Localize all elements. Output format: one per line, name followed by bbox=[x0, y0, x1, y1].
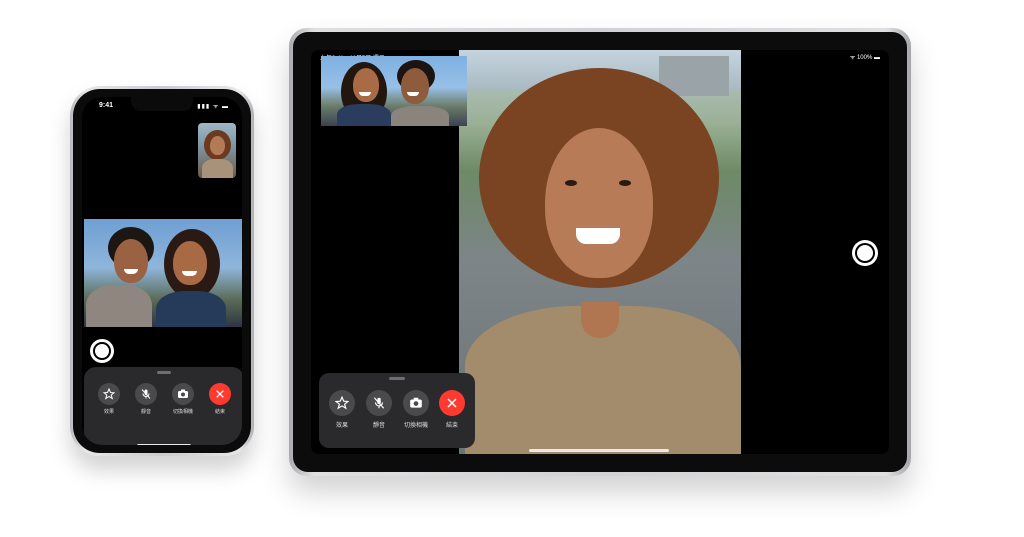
camera-flip-icon bbox=[410, 397, 422, 408]
ipad-tray-handle[interactable] bbox=[389, 377, 405, 380]
ipad-control-tray: 效果 靜音 切換相機 結束 bbox=[319, 373, 475, 448]
iphone-end-call-button[interactable] bbox=[209, 383, 231, 405]
iphone-screen: 9:41 ▮▮▮ ᯤ ▬ 效果 靜音 切換相機 結束 bbox=[82, 97, 242, 445]
iphone-flip-camera-label: 切換相機 bbox=[172, 409, 193, 415]
ipad-mute-button[interactable] bbox=[366, 390, 392, 416]
close-icon bbox=[447, 398, 457, 408]
ipad-end-call-button[interactable] bbox=[439, 390, 465, 416]
iphone-control-tray: 效果 靜音 切換相機 結束 bbox=[84, 367, 242, 445]
iphone-notch bbox=[131, 97, 193, 111]
iphone-home-indicator[interactable] bbox=[137, 444, 191, 445]
iphone-remote-video bbox=[84, 219, 242, 327]
ipad-end-call-label: 結束 bbox=[445, 423, 458, 429]
microphone-icon bbox=[141, 389, 151, 399]
ipad-home-indicator[interactable] bbox=[529, 449, 669, 452]
iphone-end-call-label: 結束 bbox=[214, 409, 225, 415]
camera-flip-icon bbox=[178, 389, 188, 398]
ipad-shutter-button[interactable] bbox=[855, 243, 875, 263]
microphone-icon bbox=[373, 397, 385, 409]
ipad-bezel: 上午9:41 11月5日 週二 ᯤ 100% ▬ bbox=[293, 32, 907, 472]
iphone-mute-button[interactable] bbox=[135, 383, 157, 405]
iphone-status-time: 9:41 bbox=[99, 102, 114, 109]
ipad-remote-video bbox=[459, 50, 741, 454]
ipad-status-icons: ᯤ 100% ▬ bbox=[849, 55, 880, 61]
iphone-self-view[interactable] bbox=[198, 123, 236, 178]
iphone-mute-label: 靜音 bbox=[140, 409, 151, 415]
star-icon bbox=[335, 396, 349, 410]
ipad-device: 上午9:41 11月5日 週二 ᯤ 100% ▬ bbox=[289, 28, 911, 476]
ipad-flip-camera-button[interactable] bbox=[403, 390, 429, 416]
iphone-bezel: 9:41 ▮▮▮ ᯤ ▬ 效果 靜音 切換相機 結束 bbox=[73, 89, 251, 453]
star-icon bbox=[103, 388, 115, 400]
iphone-effects-button[interactable] bbox=[98, 383, 120, 405]
ipad-screen: 上午9:41 11月5日 週二 ᯤ 100% ▬ bbox=[311, 50, 889, 454]
ipad-effects-button[interactable] bbox=[329, 390, 355, 416]
iphone-status-icons: ▮▮▮ ᯤ ▬ bbox=[197, 104, 229, 110]
ipad-self-view[interactable] bbox=[321, 56, 467, 126]
iphone-tray-handle[interactable] bbox=[157, 371, 171, 374]
iphone-effects-label: 效果 bbox=[103, 409, 114, 415]
close-icon bbox=[216, 390, 224, 398]
iphone-shutter-button[interactable] bbox=[93, 342, 111, 360]
iphone-flip-camera-button[interactable] bbox=[172, 383, 194, 405]
iphone-device: 9:41 ▮▮▮ ᯤ ▬ 效果 靜音 切換相機 結束 bbox=[70, 86, 254, 456]
